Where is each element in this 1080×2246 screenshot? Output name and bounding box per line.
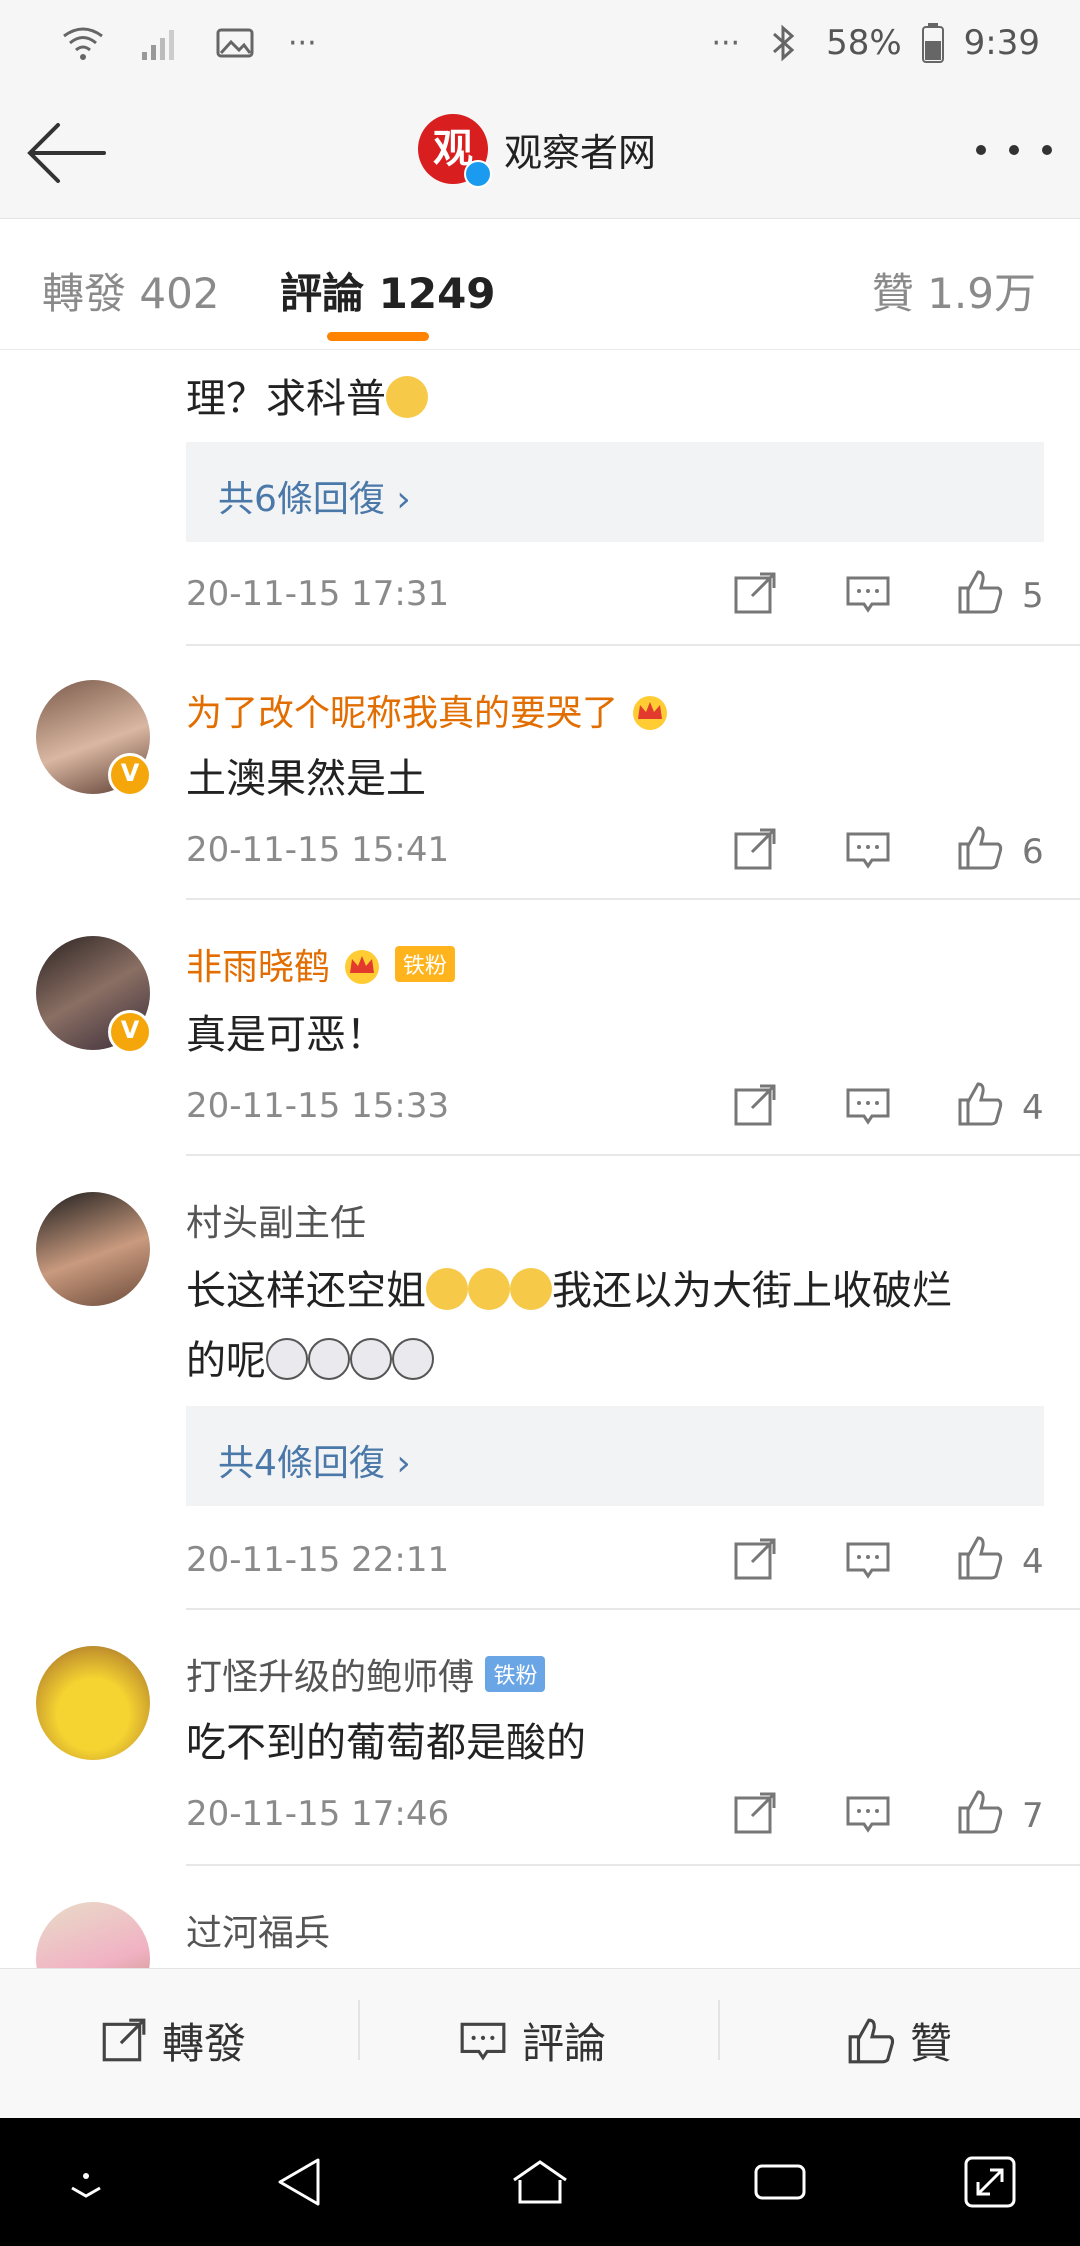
divider [186, 644, 1080, 646]
status-left: ··· [60, 20, 317, 66]
comment-text: 真是可恶！ [186, 1012, 386, 1058]
thinking-emoji-icon [386, 376, 428, 418]
battery-percent: 58% [826, 23, 902, 63]
hide-keyboard-icon[interactable] [56, 2152, 116, 2212]
comment-text: 土澳果然是土 [186, 756, 426, 802]
crown-icon [633, 696, 668, 730]
verified-v-badge: V [108, 1010, 152, 1054]
username[interactable]: 打怪升级的鲍师傅 铁粉 [186, 1648, 546, 1700]
divider [186, 898, 1080, 900]
like-icon [848, 2018, 895, 2063]
status-time: 9:39 [963, 23, 1040, 63]
comment-icon [460, 2022, 506, 2060]
share-icon[interactable] [730, 1536, 778, 1584]
comment-date: 20-11-15 17:31 [186, 574, 450, 614]
like-icon[interactable] [956, 824, 1004, 872]
shocked-emoji-icon [266, 1338, 308, 1380]
nav-home-icon[interactable] [510, 2152, 570, 2212]
smug-emoji-icon [468, 1268, 510, 1310]
image-icon [216, 28, 254, 58]
shocked-emoji-icon [350, 1338, 392, 1380]
tab-indicator [327, 332, 429, 341]
like-count: 5 [1022, 576, 1044, 616]
tab-forwards[interactable]: 轉發 402 [42, 260, 220, 321]
share-icon[interactable] [730, 570, 778, 618]
reply-icon[interactable] [844, 1790, 892, 1838]
back-arrow-icon[interactable] [24, 115, 108, 191]
wifi-icon [63, 27, 103, 60]
comment-text: 长这样还空姐 我还以为大街上收破烂 的呢 [186, 1268, 952, 1384]
avatar[interactable] [36, 1192, 150, 1306]
username[interactable]: 过河福兵 [186, 1904, 330, 1956]
share-icon [102, 2018, 146, 2061]
status-dots-right: ··· [711, 25, 741, 61]
crown-icon [345, 950, 380, 984]
shocked-emoji-icon [392, 1338, 434, 1380]
reply-icon[interactable] [844, 1536, 892, 1584]
like-icon[interactable] [956, 1534, 1004, 1582]
verified-icon [464, 160, 492, 188]
share-icon[interactable] [730, 826, 778, 874]
signal-icon [142, 30, 174, 60]
iron-fan-badge: 铁粉 [485, 1656, 546, 1692]
reply-icon[interactable] [844, 826, 892, 874]
replies-box[interactable]: 共6條回復 › [186, 442, 1044, 542]
tab-comments[interactable]: 評論 1249 [280, 260, 496, 321]
nav-back-icon[interactable] [270, 2152, 330, 2212]
replies-link[interactable]: 共6條回復 › [218, 470, 411, 522]
comment-date: 20-11-15 15:33 [186, 1086, 450, 1126]
like-count: 4 [1022, 1542, 1044, 1582]
account-title[interactable]: 观 观察者网 [418, 114, 657, 188]
comment-date: 20-11-15 15:41 [186, 830, 450, 870]
divider [186, 1864, 1080, 1866]
comment-date: 20-11-15 22:11 [186, 1540, 450, 1580]
forward-button[interactable]: 轉發 [98, 2010, 246, 2071]
reply-icon[interactable] [844, 1082, 892, 1130]
battery-icon [921, 23, 944, 63]
replies-link[interactable]: 共4條回復 › [218, 1434, 411, 1486]
avatar[interactable] [36, 1646, 150, 1760]
reply-icon[interactable] [844, 570, 892, 618]
bluetooth-icon [773, 24, 795, 62]
share-icon[interactable] [730, 1082, 778, 1130]
comment-text: 理？求科普 [186, 366, 428, 424]
comment-date: 20-11-15 17:46 [186, 1794, 450, 1834]
comment-text: 吃不到的葡萄都是酸的 [186, 1720, 586, 1766]
page-title: 观察者网 [504, 130, 657, 175]
like-icon[interactable] [956, 1080, 1004, 1128]
divider [186, 1154, 1080, 1156]
smug-emoji-icon [510, 1268, 552, 1310]
shocked-emoji-icon [308, 1338, 350, 1380]
like-count: 4 [1022, 1088, 1044, 1128]
verified-v-badge: V [108, 753, 152, 797]
like-count: 7 [1022, 1796, 1044, 1836]
like-button[interactable]: 贊 [846, 2010, 952, 2071]
like-icon[interactable] [956, 568, 1004, 616]
status-right: ··· 58% 9:39 [711, 20, 1040, 66]
nav-expand-icon[interactable] [960, 2152, 1020, 2212]
replies-box[interactable]: 共4條回復 › [186, 1406, 1044, 1506]
account-logo: 观 [418, 114, 492, 188]
comment-button[interactable]: 評論 [458, 2010, 606, 2071]
username[interactable]: 为了改个昵称我真的要哭了 [186, 684, 671, 736]
nav-recents-icon[interactable] [750, 2152, 810, 2212]
divider [718, 2000, 720, 2060]
tab-likes[interactable]: 贊 1.9万 [872, 260, 1036, 321]
status-dots-left: ··· [288, 25, 317, 61]
like-icon[interactable] [956, 1788, 1004, 1836]
more-menu-icon[interactable] [976, 130, 1052, 170]
divider [358, 2000, 360, 2060]
like-count: 6 [1022, 832, 1044, 872]
smug-emoji-icon [426, 1268, 468, 1310]
username[interactable]: 村头副主任 [186, 1194, 366, 1246]
share-icon[interactable] [730, 1790, 778, 1838]
divider [186, 1608, 1080, 1610]
iron-fan-badge: 铁粉 [394, 946, 455, 982]
username[interactable]: 非雨晓鹤 铁粉 [186, 938, 455, 990]
